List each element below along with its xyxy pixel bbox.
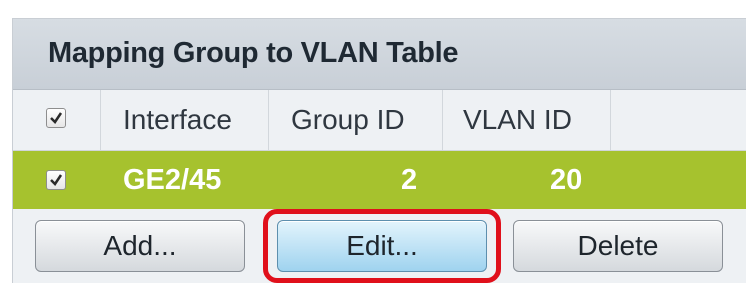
- select-all-checkbox[interactable]: [46, 108, 66, 128]
- table-header-row: Interface Group ID VLAN ID: [13, 90, 746, 151]
- row-group-id: 2: [401, 164, 418, 196]
- edit-button[interactable]: Edit...: [277, 220, 487, 272]
- header-vlan-id-cell[interactable]: VLAN ID: [443, 90, 611, 150]
- table-title-bar: Mapping Group to VLAN Table: [13, 19, 746, 90]
- header-group-id-cell[interactable]: Group ID: [269, 90, 443, 150]
- header-vlan-id: VLAN ID: [463, 104, 572, 135]
- row-interface: GE2/45: [123, 164, 222, 196]
- checkmark-icon: [50, 112, 63, 124]
- table-row[interactable]: GE2/45 2 20: [13, 151, 746, 209]
- header-interface-cell[interactable]: Interface: [101, 90, 269, 150]
- delete-button[interactable]: Delete: [513, 220, 723, 272]
- header-select-cell: [13, 90, 101, 150]
- button-bar: Add... Edit... Delete: [13, 209, 746, 283]
- table-title: Mapping Group to VLAN Table: [48, 37, 459, 69]
- checkmark-icon: [50, 174, 63, 186]
- row-vlan-id: 20: [550, 164, 583, 196]
- header-interface: Interface: [123, 104, 232, 135]
- add-button[interactable]: Add...: [35, 220, 245, 272]
- row-select-checkbox[interactable]: [46, 170, 66, 190]
- mapping-group-to-vlan-table: Mapping Group to VLAN Table Interface Gr…: [12, 18, 746, 283]
- header-group-id: Group ID: [291, 104, 405, 135]
